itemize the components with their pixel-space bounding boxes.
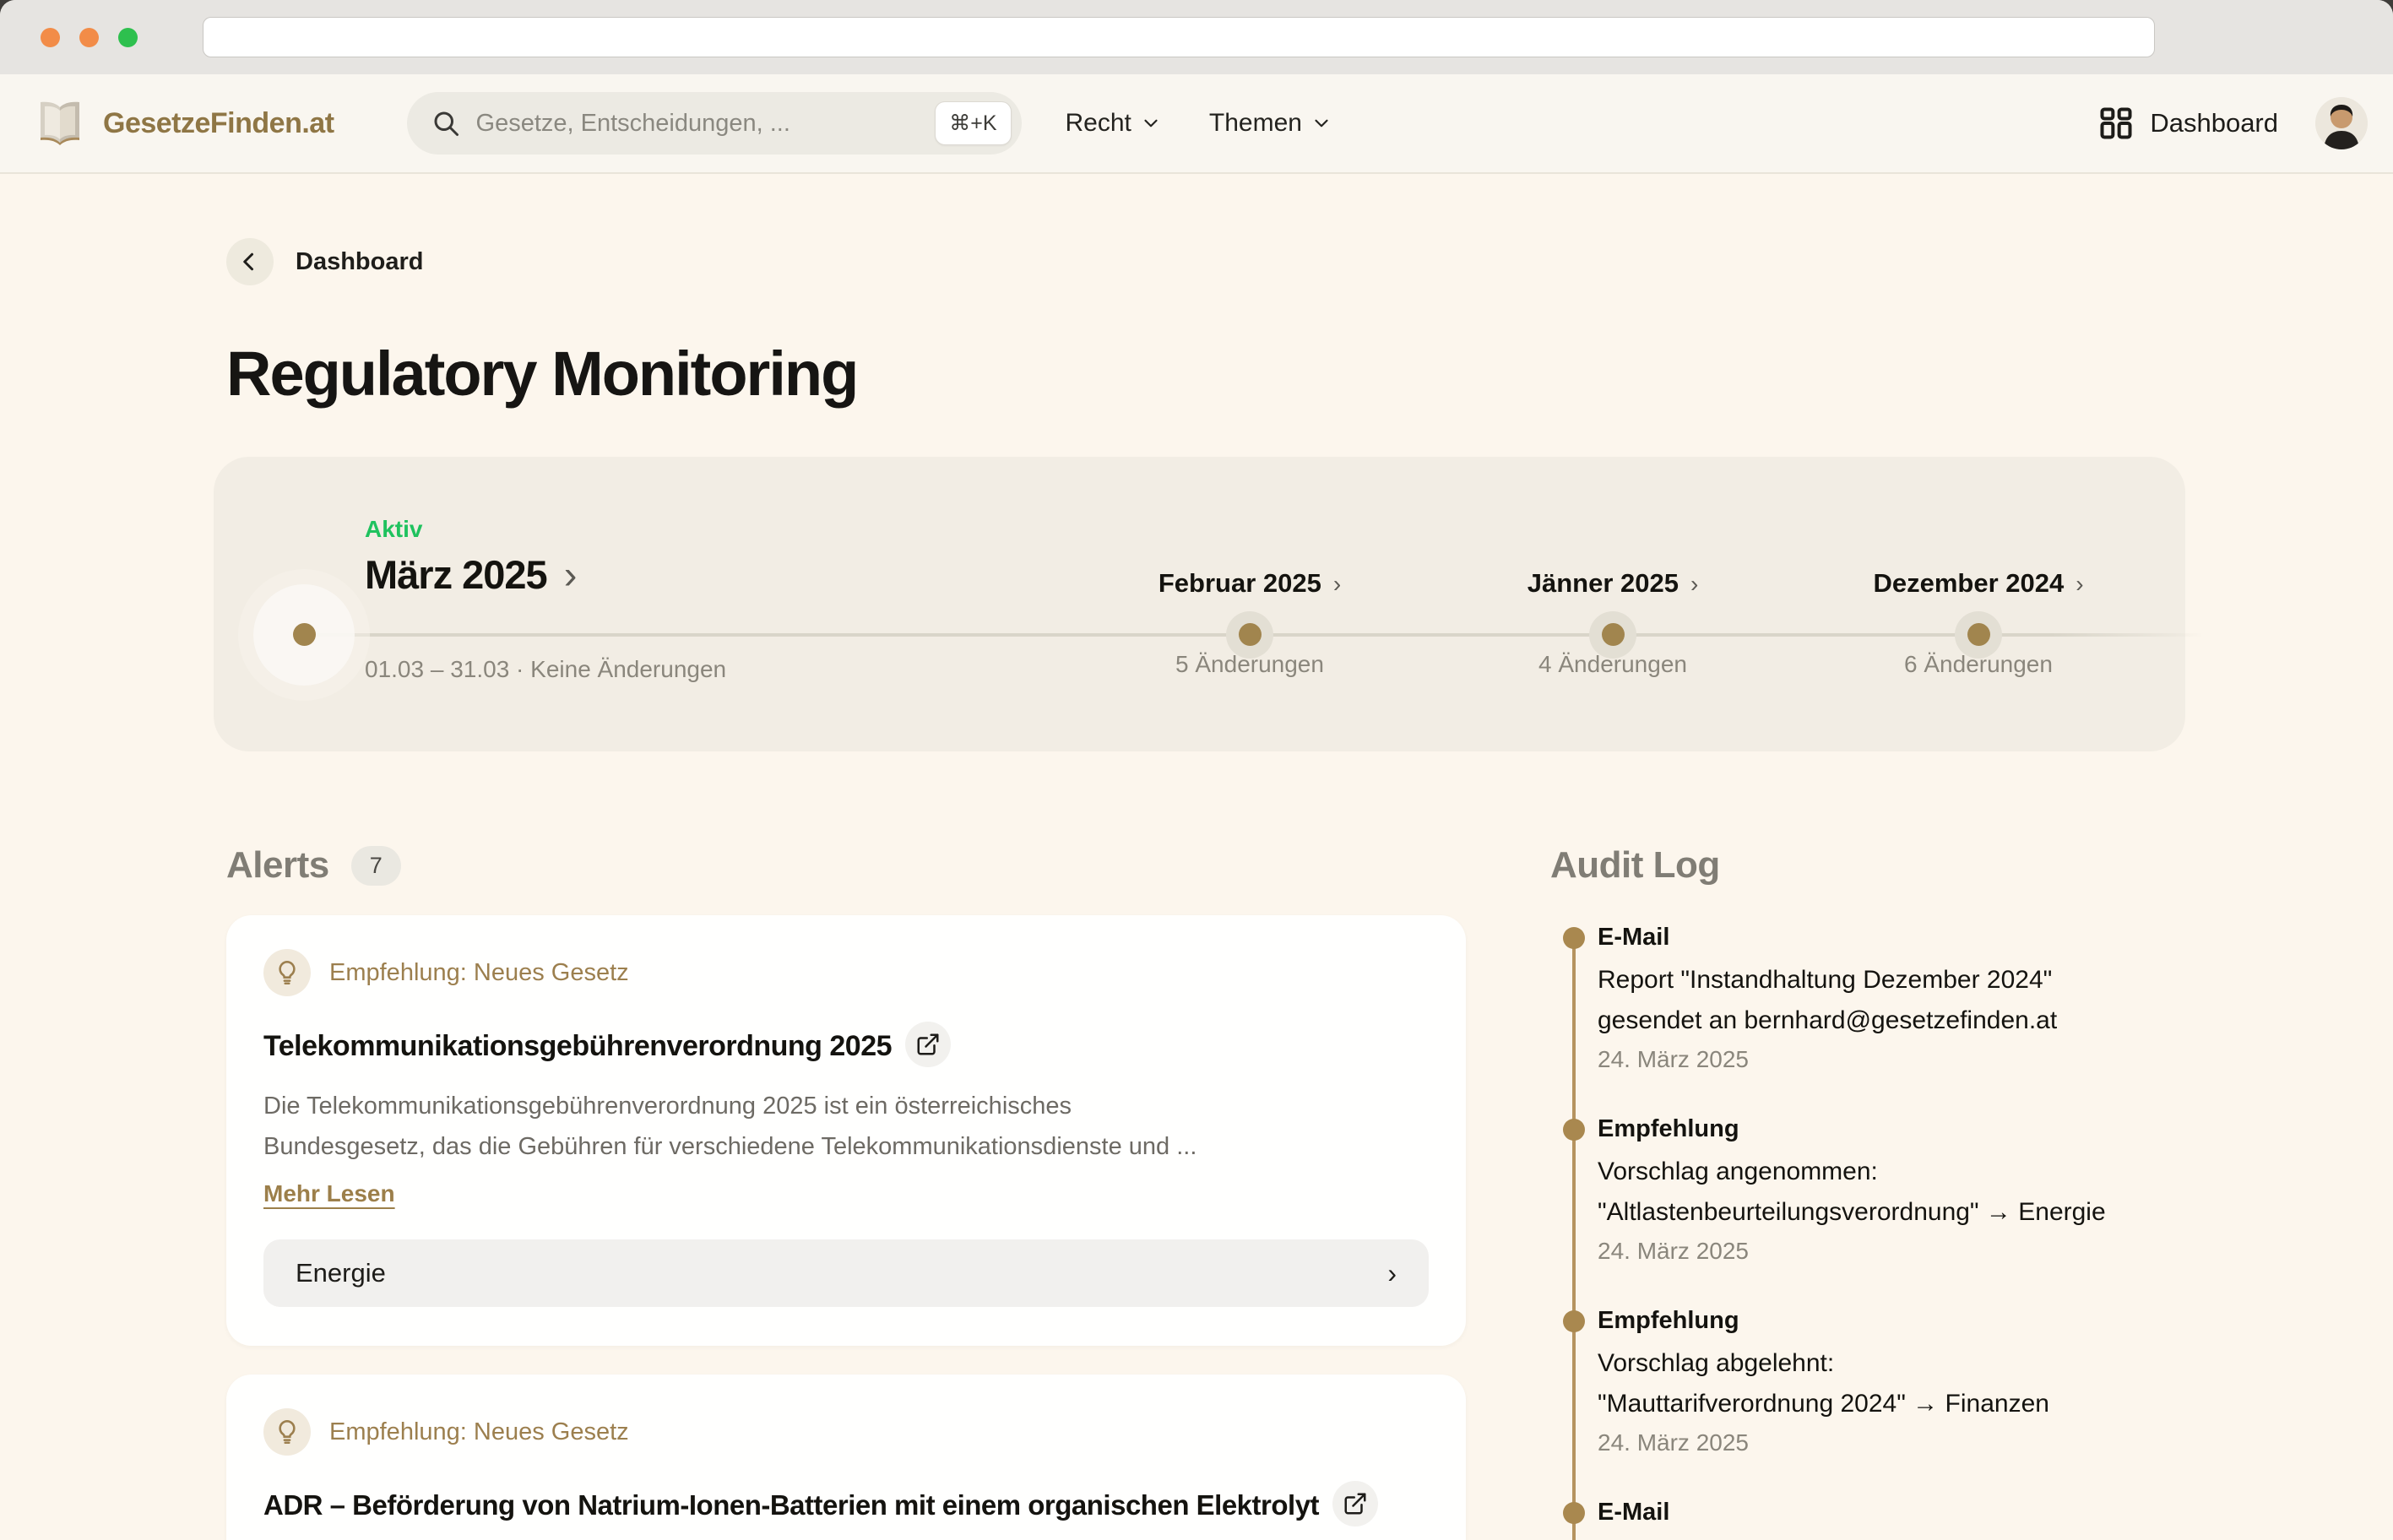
audit-entry-date: 24. März 2025 — [1598, 1429, 2167, 1456]
audit-entry: E-Mail Report "Instandhaltung Dezember 2… — [1598, 1499, 2167, 1540]
external-link-icon[interactable] — [905, 1022, 951, 1067]
alerts-count-badge: 7 — [351, 846, 401, 886]
audit-log-title: Audit Log — [1550, 844, 1720, 887]
audit-dot-icon — [1563, 927, 1585, 949]
alert-title[interactable]: ADR – Beförderung von Natrium-Ionen-Batt… — [263, 1489, 1319, 1521]
search-input[interactable] — [476, 110, 936, 138]
url-bar[interactable] — [203, 17, 2155, 57]
chevron-left-icon — [237, 249, 263, 274]
nav-item-recht[interactable]: Recht — [1066, 109, 1162, 138]
alert-description: Die Telekommunikationsgebührenverordnung… — [263, 1086, 1344, 1167]
timeline-month-jaenner[interactable]: Jänner 2025 › 4 Änderungen — [1528, 568, 1699, 678]
window-zoom-button[interactable] — [118, 28, 138, 47]
audit-dot-icon — [1563, 1502, 1585, 1524]
active-month-label: März 2025 — [365, 551, 547, 598]
back-button[interactable] — [226, 238, 274, 285]
month-label: Jänner 2025 — [1528, 568, 1679, 598]
month-detail: 6 Änderungen — [1873, 651, 2083, 678]
traffic-lights — [41, 28, 138, 47]
breadcrumb: Dashboard — [226, 238, 2167, 285]
global-search[interactable]: ⌘+K — [407, 92, 1022, 155]
alert-kind-label: Empfehlung: Neues Gesetz — [329, 959, 629, 987]
audit-entry-type: E-Mail — [1598, 1499, 2167, 1526]
audit-entry-text: Vorschlag abgelehnt: "Mauttarifverordnun… — [1598, 1343, 2167, 1424]
audit-timeline-line — [1572, 942, 1576, 1540]
search-shortcut-badge: ⌘+K — [935, 101, 1011, 145]
audit-entry-type: E-Mail — [1598, 924, 2167, 952]
lightbulb-icon — [263, 1408, 311, 1456]
window-close-button[interactable] — [41, 28, 60, 47]
external-link-icon[interactable] — [1332, 1481, 1378, 1526]
active-month-detail: 01.03 – 31.03 · Keine Änderungen — [365, 656, 726, 683]
audit-log-list: E-Mail Report "Instandhaltung Dezember 2… — [1550, 924, 2167, 1540]
browser-chrome — [0, 0, 2393, 74]
chevron-right-icon: › — [1333, 571, 1341, 597]
active-status-label: Aktiv — [365, 516, 576, 543]
alert-title[interactable]: Telekommunikationsgebührenverordnung 202… — [263, 1030, 892, 1063]
timeline-dot-active — [293, 623, 316, 646]
audit-entry-date: 24. März 2025 — [1598, 1238, 2167, 1265]
chevron-down-icon — [1140, 112, 1162, 134]
month-label: Dezember 2024 — [1873, 568, 2064, 598]
book-logo-icon — [34, 99, 86, 148]
search-icon — [431, 108, 461, 138]
window-minimize-button[interactable] — [79, 28, 99, 47]
audit-entry-type: Empfehlung — [1598, 1115, 2167, 1143]
nav-recht-label: Recht — [1066, 109, 1131, 138]
alert-category-row[interactable]: Energie › — [263, 1239, 1429, 1307]
brand-name: GesetzeFinden.at — [103, 107, 334, 140]
audit-entry: Empfehlung Vorschlag abgelehnt: "Mauttar… — [1598, 1307, 2167, 1456]
audit-log-section: Audit Log E-Mail Report "Instandhaltung … — [1550, 844, 2167, 1540]
month-detail: 5 Änderungen — [1159, 651, 1341, 678]
dashboard-button-label: Dashboard — [2150, 108, 2278, 138]
audit-entry: E-Mail Report "Instandhaltung Dezember 2… — [1598, 924, 2167, 1073]
chevron-right-icon: › — [1690, 571, 1698, 597]
month-label: Februar 2025 — [1159, 568, 1321, 598]
nav-themen-label: Themen — [1209, 109, 1302, 138]
page-title: Regulatory Monitoring — [226, 338, 2167, 409]
audit-dot-icon — [1563, 1310, 1585, 1332]
dashboard-grid-icon — [2097, 105, 2135, 142]
timeline-month-februar[interactable]: Februar 2025 › 5 Änderungen — [1159, 568, 1341, 678]
audit-entry-type: Empfehlung — [1598, 1307, 2167, 1335]
alert-kind-label: Empfehlung: Neues Gesetz — [329, 1418, 629, 1446]
audit-entry: Empfehlung Vorschlag angenommen: "Altlas… — [1598, 1115, 2167, 1265]
audit-entry-text: Vorschlag angenommen: "Altlastenbeurteil… — [1598, 1152, 2167, 1233]
category-label: Energie — [296, 1258, 386, 1288]
main-nav: Recht Themen — [1066, 109, 1332, 138]
alerts-section: Alerts 7 Empfehlung: Neues Gesetz — [226, 844, 1466, 1540]
lightbulb-icon — [263, 949, 311, 996]
audit-entry-text: Report "Instandhaltung Dezember 2024" ge… — [1598, 960, 2167, 1041]
user-avatar[interactable] — [2315, 97, 2368, 149]
timeline-card: Aktiv März 2025 › 01.03 – 31.03 · Keine … — [214, 457, 2185, 751]
timeline-month-active[interactable]: Aktiv März 2025 › — [365, 516, 576, 598]
alerts-title: Alerts — [226, 844, 329, 887]
audit-dot-icon — [1563, 1119, 1585, 1141]
chevron-right-icon: › — [2076, 571, 2083, 597]
browser-window: GesetzeFinden.at ⌘+K Recht Themen — [0, 0, 2393, 1540]
main-content: Dashboard Regulatory Monitoring Aktiv Mä… — [0, 238, 2393, 1540]
nav-item-themen[interactable]: Themen — [1209, 109, 1332, 138]
chevron-right-icon: › — [1387, 1258, 1397, 1289]
dashboard-button[interactable]: Dashboard — [2097, 105, 2278, 142]
app-header: GesetzeFinden.at ⌘+K Recht Themen — [0, 74, 2393, 174]
chevron-down-icon — [1310, 112, 1332, 134]
audit-entry-text: Report "Instandhaltung Dezember 2024" ge… — [1598, 1535, 2167, 1540]
read-more-link[interactable]: Mehr Lesen — [263, 1180, 395, 1207]
timeline-month-dezember[interactable]: Dezember 2024 › 6 Änderungen — [1873, 568, 2083, 678]
chevron-right-icon: › — [564, 551, 577, 598]
brand-logo[interactable]: GesetzeFinden.at — [34, 99, 334, 148]
alert-card: Empfehlung: Neues Gesetz Telekommunikati… — [226, 915, 1466, 1346]
month-detail: 4 Änderungen — [1528, 651, 1699, 678]
audit-entry-date: 24. März 2025 — [1598, 1046, 2167, 1073]
alert-card: Empfehlung: Neues Gesetz ADR – Beförderu… — [226, 1375, 1466, 1540]
breadcrumb-label[interactable]: Dashboard — [296, 248, 423, 276]
